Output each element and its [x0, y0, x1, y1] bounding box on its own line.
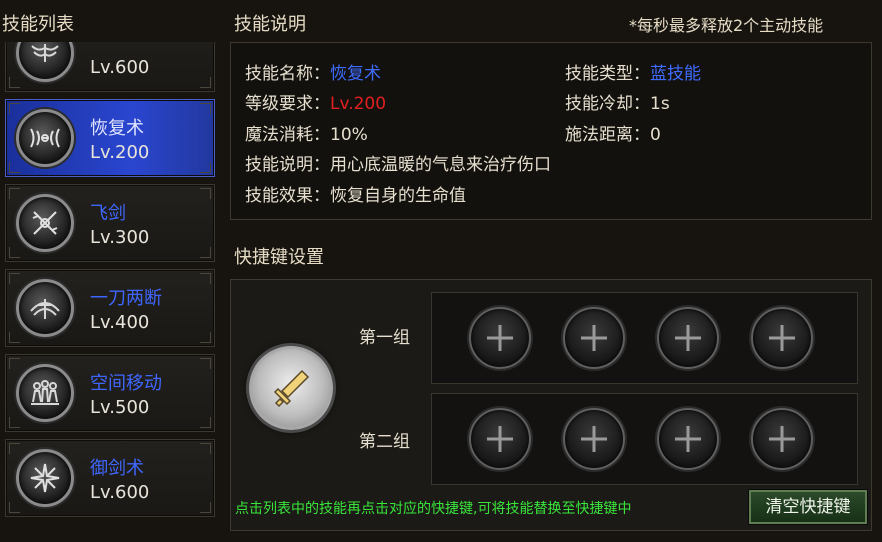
hotkey-settings-panel: 第一组 第二组 点击列表中的技能再点击对应的快捷键,可将技能替换至快捷键中 清空… [230, 279, 872, 531]
plus-icon [487, 325, 513, 351]
corner-ornament [9, 247, 20, 258]
plus-icon [675, 325, 701, 351]
corner-ornament [200, 332, 211, 343]
plus-icon [581, 426, 607, 452]
plus-icon [769, 426, 795, 452]
corner-ornament [200, 417, 211, 428]
cast-range-row: 施法距离：0 [565, 120, 661, 145]
corner-ornament [9, 273, 20, 284]
hotkey-slot-1-1[interactable] [469, 307, 531, 369]
skill-list-title: 技能列表 [2, 14, 74, 35]
skill-effect-label: 技能效果： [245, 186, 330, 206]
skill-item-3[interactable]: 一刀两断 Lv.400 [5, 269, 215, 347]
plus-icon [675, 426, 701, 452]
skill-name: 恢复术 [90, 118, 144, 139]
skill-type-label: 技能类型： [565, 64, 650, 84]
skill-level: Lv.200 [90, 142, 150, 163]
cast-range-label: 施法距离： [565, 125, 650, 145]
corner-ornament [9, 162, 20, 173]
hotkey-slot-2-4[interactable] [751, 408, 813, 470]
hotkey-slot-2-3[interactable] [657, 408, 719, 470]
group-two-label: 第二组 [359, 432, 410, 452]
skill-item-2[interactable]: 飞剑 Lv.300 [5, 184, 215, 262]
corner-ornament [9, 358, 20, 369]
flying-sword-icon [16, 194, 74, 252]
corner-ornament [9, 417, 20, 428]
skill-name-label: 技能名称： [245, 64, 330, 84]
skill-text-value: 用心底温暖的气息来治疗伤口 [330, 155, 551, 175]
skill-level: Lv.600 [90, 57, 150, 78]
healing-wings-icon [16, 109, 74, 167]
corner-ornament [9, 502, 20, 513]
mana-cost-row: 魔法消耗：10% [245, 120, 368, 145]
corner-ornament [200, 247, 211, 258]
hotkey-slot-2-1[interactable] [469, 408, 531, 470]
blade-slash-icon [16, 279, 74, 337]
plus-icon [769, 325, 795, 351]
angel-wings-icon [16, 42, 74, 82]
level-requirement-row: 等级要求：Lv.200 [245, 89, 386, 114]
level-requirement-label: 等级要求： [245, 94, 330, 114]
corner-ornament [200, 188, 211, 199]
skill-name: 御剑术 [90, 458, 144, 479]
corner-ornament [200, 273, 211, 284]
level-requirement-value: Lv.200 [330, 94, 387, 114]
skill-name: 空间移动 [90, 373, 162, 394]
cooldown-row: 技能冷却：1s [565, 89, 670, 114]
corner-ornament [9, 188, 20, 199]
skill-level: Lv.400 [90, 312, 150, 333]
plus-icon [581, 325, 607, 351]
corner-ornament [9, 332, 20, 343]
skill-limit-note: *每秒最多释放2个主动技能 [629, 16, 824, 35]
corner-ornament [200, 103, 211, 114]
corner-ornament [200, 358, 211, 369]
hotkey-hint-text: 点击列表中的技能再点击对应的快捷键,可将技能替换至快捷键中 [235, 501, 632, 517]
corner-ornament [200, 502, 211, 513]
hotkey-slot-2-2[interactable] [563, 408, 625, 470]
cast-range-value: 0 [650, 125, 661, 145]
skill-name-row: 技能名称：恢复术 [245, 59, 381, 84]
skill-name: 一刀两断 [90, 288, 162, 309]
skill-item-1[interactable]: 恢复术 Lv.200 [5, 99, 215, 177]
mana-cost-value: 10% [330, 125, 368, 145]
hotkey-group-one [431, 292, 858, 384]
cooldown-label: 技能冷却： [565, 94, 650, 114]
corner-ornament [200, 162, 211, 173]
sword-vortex-icon [16, 449, 74, 507]
teleport-icon [16, 364, 74, 422]
sword-icon[interactable] [249, 346, 333, 430]
skill-type-row: 技能类型：蓝技能 [565, 59, 701, 84]
skill-description-panel: 技能名称：恢复术 技能类型：蓝技能 等级要求：Lv.200 技能冷却：1s 魔法… [230, 42, 872, 220]
corner-ornament [9, 443, 20, 454]
skill-list[interactable]: Lv.600 恢复术 Lv.200 飞剑 Lv.300 一刀两断 Lv.400 … [2, 42, 218, 532]
skill-item-0[interactable]: Lv.600 [5, 42, 215, 92]
corner-ornament [9, 77, 20, 88]
mana-cost-label: 魔法消耗： [245, 125, 330, 145]
skill-text-label: 技能说明： [245, 155, 330, 175]
skill-type-value: 蓝技能 [650, 64, 701, 84]
clear-hotkeys-button[interactable]: 清空快捷键 [749, 490, 867, 524]
hotkey-settings-title: 快捷键设置 [234, 247, 324, 268]
skill-item-5[interactable]: 御剑术 Lv.600 [5, 439, 215, 517]
plus-icon [487, 426, 513, 452]
skill-description-title: 技能说明 [234, 14, 306, 35]
hotkey-slot-1-2[interactable] [563, 307, 625, 369]
hotkey-slot-1-4[interactable] [751, 307, 813, 369]
skill-item-4[interactable]: 空间移动 Lv.500 [5, 354, 215, 432]
skill-text-row: 技能说明：用心底温暖的气息来治疗伤口 [245, 150, 551, 175]
cooldown-value: 1s [650, 94, 670, 114]
skill-effect-row: 技能效果：恢复自身的生命值 [245, 181, 466, 206]
corner-ornament [9, 103, 20, 114]
corner-ornament [200, 443, 211, 454]
skill-level: Lv.500 [90, 397, 150, 418]
skill-level: Lv.600 [90, 482, 150, 503]
group-one-label: 第一组 [359, 328, 410, 348]
corner-ornament [200, 77, 211, 88]
hotkey-slot-1-3[interactable] [657, 307, 719, 369]
skill-name-value: 恢复术 [330, 64, 381, 84]
hotkey-group-two [431, 393, 858, 485]
skill-level: Lv.300 [90, 227, 150, 248]
skill-name: 飞剑 [90, 203, 126, 224]
skill-effect-value: 恢复自身的生命值 [330, 186, 466, 206]
